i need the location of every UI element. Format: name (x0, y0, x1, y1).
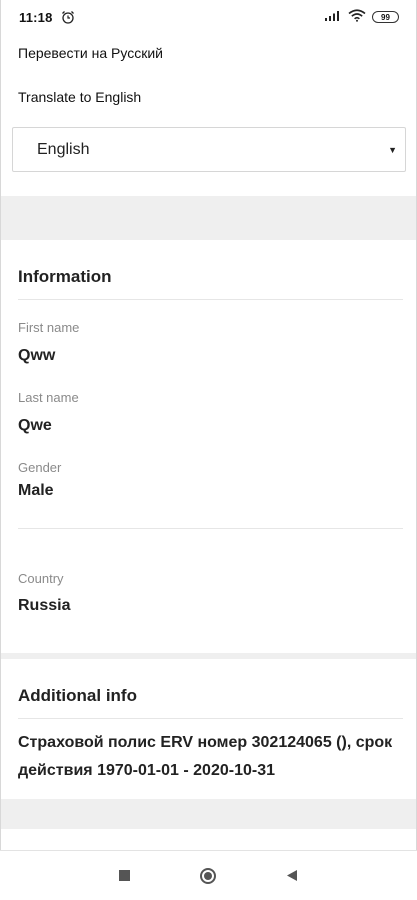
language-select[interactable]: English ▼ (12, 127, 406, 172)
gender-value: Male (18, 482, 54, 499)
alarm-icon (61, 10, 75, 24)
first-name-label: First name (18, 320, 80, 335)
information-inner-divider (18, 528, 403, 529)
translate-to-russian-link[interactable]: Перевести на Русский (18, 45, 163, 61)
last-name-value: Qwe (18, 417, 52, 434)
back-button[interactable] (286, 869, 298, 882)
status-bar: 11:18 99 (0, 0, 417, 34)
first-name-value: Qww (18, 347, 56, 364)
last-name-label: Last name (18, 390, 79, 405)
frame-left-border (0, 0, 1, 899)
translate-to-english-link[interactable]: Translate to English (18, 89, 141, 105)
wifi-icon (348, 9, 366, 25)
additional-info-divider (18, 718, 403, 719)
system-nav-bar (0, 850, 417, 900)
language-select-value: English (37, 140, 90, 158)
section-separator-3 (1, 799, 416, 829)
back-icon (287, 870, 297, 881)
country-label: Country (18, 571, 64, 586)
home-button[interactable] (200, 867, 216, 884)
home-icon (200, 867, 216, 884)
country-value: Russia (18, 597, 71, 614)
recent-apps-button[interactable] (119, 870, 130, 881)
status-icons: 99 (324, 9, 399, 25)
information-title: Information (18, 267, 112, 286)
signal-icon (324, 10, 342, 25)
status-time: 11:18 (19, 9, 53, 25)
section-separator (1, 196, 416, 240)
dropdown-caret-icon: ▼ (388, 144, 397, 155)
gender-label: Gender (18, 460, 62, 475)
information-divider (18, 299, 403, 300)
recent-apps-icon (119, 870, 130, 881)
insurance-policy-text: Страховой полис ERV номер 302124065 (), … (18, 734, 393, 779)
additional-info-title: Additional info (18, 686, 137, 705)
section-separator-2 (1, 653, 416, 659)
battery-icon: 99 (372, 11, 399, 23)
